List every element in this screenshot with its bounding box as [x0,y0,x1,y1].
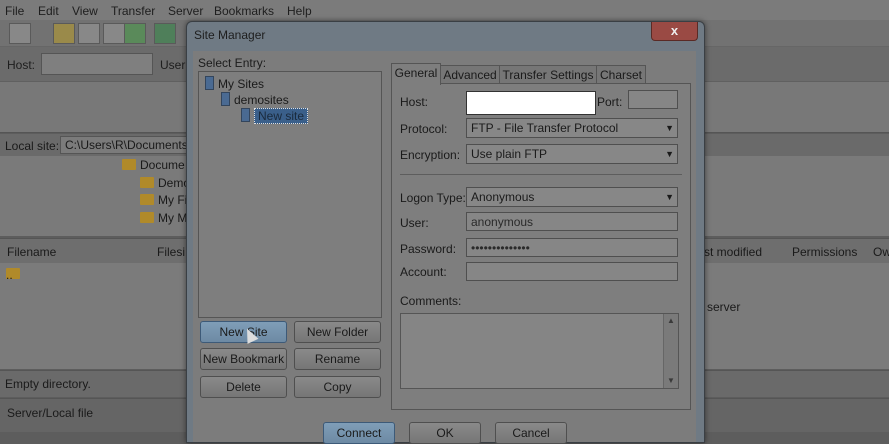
comments-textarea[interactable]: ▲ ▼ [400,313,679,389]
account-label: Account: [400,265,447,279]
encryption-select[interactable]: Use plain FTP ▼ [466,144,678,164]
quick-host-label: Host: [7,58,36,72]
connect-button[interactable]: Connect [323,422,395,444]
menu-help[interactable]: Help [287,4,312,18]
site-manager-dialog: Site Manager x Select Entry: My Sites de… [186,21,705,444]
new-bookmark-button[interactable]: New Bookmark [200,348,287,370]
host-label: Host: [400,95,429,109]
scroll-down-icon[interactable]: ▼ [667,376,675,385]
transfer-queue-icon[interactable] [124,23,146,44]
menu-edit[interactable]: Edit [38,4,59,18]
remote-hint: server [707,300,741,314]
cancel-button[interactable]: Cancel [495,422,567,444]
col-owner[interactable]: Ow [873,245,889,259]
folder-icon [221,92,230,106]
password-label: Password: [400,242,457,256]
menu-file[interactable]: File [5,4,24,18]
server-icon [205,76,214,90]
protocol-select[interactable]: FTP - File Transfer Protocol ▼ [466,118,678,138]
port-input[interactable] [628,90,678,109]
menu-server[interactable]: Server [168,4,203,18]
tree-item-my-sites[interactable]: My Sites [205,76,264,91]
logon-type-label: Logon Type: [400,191,466,205]
general-panel: Host: Port: Protocol: FTP - File Transfe… [391,83,691,410]
dialog-body: Select Entry: My Sites demosites New sit… [193,51,696,444]
tab-general[interactable]: General [391,63,441,85]
port-label: Port: [597,95,623,109]
col-permissions[interactable]: Permissions [792,245,857,259]
site-tree: My Sites demosites New site [198,71,382,318]
tree-node[interactable]: Docume [122,158,185,172]
account-input[interactable] [466,262,678,281]
tree-node[interactable]: Demo [140,176,190,190]
folder-icon [140,212,154,223]
protocol-label: Protocol: [400,122,448,136]
tree-item-demosites[interactable]: demosites [221,92,289,107]
dialog-title: Site Manager [194,28,266,42]
chevron-down-icon: ▼ [665,149,674,159]
folder-icon [140,177,154,188]
chevron-down-icon: ▼ [665,192,674,202]
refresh-icon[interactable] [154,23,176,44]
local-tree-icon[interactable] [78,23,100,44]
comments-scrollbar[interactable]: ▲ ▼ [663,314,678,388]
divider [400,174,682,175]
local-status-text: Empty directory. [5,377,91,391]
menu-bookmarks[interactable]: Bookmarks [214,4,274,18]
rename-button[interactable]: Rename [294,348,381,370]
user-label: User: [400,216,429,230]
quick-user-label: User [160,58,186,72]
local-site-label: Local site: [5,139,60,153]
copy-button[interactable]: Copy [294,376,381,398]
queue-col-server-local: Server/Local file [7,406,94,420]
col-last-modified[interactable]: st modified [704,245,762,259]
remote-tree-icon[interactable] [103,23,125,44]
folder-icon [140,194,154,205]
delete-button[interactable]: Delete [200,376,287,398]
encryption-label: Encryption: [400,148,461,162]
scroll-up-icon[interactable]: ▲ [667,316,675,325]
server-icon [241,108,250,122]
password-input[interactable]: •••••••••••••• [466,238,678,257]
select-entry-label: Select Entry: [198,56,267,70]
tree-item-new-site[interactable]: New site [241,108,309,124]
message-log-icon[interactable] [53,23,75,44]
menu-view[interactable]: View [72,4,98,18]
comments-label: Comments: [400,294,462,308]
tree-node[interactable]: My Fi [140,193,187,207]
menu-transfer[interactable]: Transfer [111,4,155,18]
quick-host-input[interactable] [41,53,153,75]
menu-bar: File Edit View Transfer Server Bookmarks… [0,0,889,20]
host-input[interactable] [466,91,596,115]
new-folder-button[interactable]: New Folder [294,321,381,343]
tree-node[interactable]: My M [140,211,187,225]
logon-type-select[interactable]: Anonymous ▼ [466,187,678,207]
col-filename[interactable]: Filename [7,245,56,259]
tab-transfer-settings[interactable]: Transfer Settings [499,65,597,84]
user-input[interactable]: anonymous [466,212,678,231]
tab-advanced[interactable]: Advanced [440,65,500,84]
close-button[interactable]: x [651,22,698,41]
chevron-down-icon: ▼ [665,123,674,133]
tab-charset[interactable]: Charset [596,65,646,84]
col-filesize[interactable]: Filesi [157,245,185,259]
folder-icon [122,159,136,170]
site-manager-icon[interactable] [9,23,31,44]
ok-button[interactable]: OK [409,422,481,444]
